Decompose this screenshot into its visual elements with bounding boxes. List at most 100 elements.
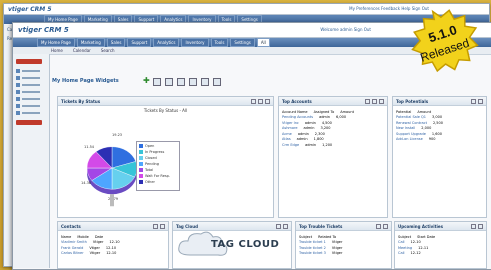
back-logo: vtiger CRM 5 bbox=[8, 5, 52, 13]
left-item[interactable] bbox=[16, 97, 46, 101]
widget-title: Top Trouble Tickets bbox=[299, 223, 343, 229]
table-row[interactable]: Trouble ticket 2 Vtiger bbox=[299, 246, 388, 250]
nav-item[interactable]: My Home Page bbox=[37, 38, 75, 47]
widget-controls[interactable] bbox=[365, 98, 384, 104]
left-column bbox=[13, 54, 50, 268]
bottom-action-button[interactable] bbox=[16, 120, 42, 125]
left-item[interactable] bbox=[16, 104, 46, 108]
table-row[interactable]: Frank Gerald Vtiger 12-10 bbox=[61, 246, 165, 250]
item-icon bbox=[16, 104, 20, 108]
trouble-tickets-widget: Top Trouble Tickets Subject Related To Tr… bbox=[295, 221, 392, 269]
widget-header: Top Accounts bbox=[279, 97, 387, 106]
nav-item[interactable]: Marketing bbox=[76, 38, 105, 47]
widget-controls[interactable] bbox=[153, 223, 165, 229]
nav-item[interactable]: Analytics bbox=[153, 38, 180, 47]
widget-title: Top Accounts bbox=[282, 98, 312, 104]
legend-item: Pending bbox=[139, 162, 177, 166]
widget-controls[interactable] bbox=[471, 223, 483, 229]
table-row[interactable]: Pending Accounts admin 6,000 bbox=[282, 115, 384, 119]
left-item[interactable] bbox=[16, 69, 46, 73]
table-row[interactable]: Trouble ticket 1 Vtiger bbox=[299, 240, 388, 244]
add-widget-icon[interactable]: ✚ bbox=[143, 77, 150, 85]
widget-icon[interactable] bbox=[189, 78, 197, 86]
widget-controls[interactable] bbox=[471, 98, 483, 104]
left-item[interactable] bbox=[16, 83, 46, 87]
chart-legend: Open In Progress Closed Pending Total Wa… bbox=[136, 141, 180, 191]
table-row[interactable]: Call 12-10 bbox=[398, 240, 483, 244]
table-row[interactable]: Add-on License 900 bbox=[396, 137, 483, 141]
tag-cloud-graphic: TAG CLOUD bbox=[175, 229, 285, 259]
table-header: Subject Related To bbox=[299, 234, 337, 239]
table-row[interactable]: Renewal Contract 2,500 bbox=[396, 121, 483, 125]
legend-item: Total bbox=[139, 168, 177, 172]
widget-header: Contacts bbox=[58, 222, 168, 231]
table-row[interactable]: Acme admin 2,300 bbox=[282, 132, 384, 136]
widget-controls[interactable] bbox=[376, 223, 388, 229]
nav-item[interactable]: Sales bbox=[106, 38, 126, 47]
left-item[interactable] bbox=[16, 111, 46, 115]
widget-title: Contacts bbox=[61, 223, 81, 229]
table-row[interactable]: Vladimir Smith Vtiger 12-10 bbox=[61, 240, 165, 244]
legend-item: Wait For Resp. bbox=[139, 174, 177, 178]
quick-create-button[interactable] bbox=[16, 59, 42, 64]
top-accounts-widget: Top Accounts Account Name Assigned To Am… bbox=[278, 96, 388, 218]
tag-cloud-label: TAG CLOUD bbox=[211, 239, 280, 250]
widget-body: Subject Related To Trouble ticket 1 Vtiger… bbox=[296, 231, 391, 259]
widget-title: Top Potentials bbox=[396, 98, 429, 104]
left-item[interactable] bbox=[16, 90, 46, 94]
table-row[interactable]: Crm Edge admin 1,200 bbox=[282, 143, 384, 147]
nav-item[interactable]: Tools bbox=[210, 38, 229, 47]
legend-item: Open bbox=[139, 144, 177, 148]
table-row[interactable]: Atlas admin 1,800 bbox=[282, 137, 384, 141]
legend-item: In Progress bbox=[139, 150, 177, 154]
activities-widget: Upcoming Activities Subject Start Date Ca… bbox=[394, 221, 487, 269]
legend-item: Other bbox=[139, 180, 177, 184]
table-header: Subject Start Date bbox=[398, 234, 436, 239]
widget-controls[interactable] bbox=[276, 223, 288, 229]
widget-title: Upcoming Activities bbox=[398, 223, 443, 229]
nav-item[interactable]: Inventory bbox=[181, 38, 209, 47]
nav-item[interactable]: Support bbox=[127, 38, 152, 47]
top-potentials-widget: Top Potentials Potential Amount Potentia… bbox=[392, 96, 487, 218]
table-row[interactable]: New Install 2,000 bbox=[396, 126, 483, 130]
widget-header: Top Potentials bbox=[393, 97, 486, 106]
sub-item[interactable]: Search bbox=[101, 48, 115, 53]
table-row[interactable]: Meeting 12-11 bbox=[398, 246, 483, 250]
release-badge: 5.1.0 Released bbox=[411, 9, 479, 73]
widget-icon[interactable] bbox=[213, 78, 221, 86]
widget-body: Account Name Assigned To Amount Pending … bbox=[279, 106, 387, 150]
widget-controls[interactable] bbox=[251, 98, 270, 104]
widget-icon[interactable] bbox=[153, 78, 161, 86]
sub-item[interactable]: Calendar bbox=[73, 48, 91, 53]
widget-title: Tag Cloud bbox=[176, 223, 198, 229]
widget-body: Name Mobile Date Vladimir Smith Vtiger 12-10… bbox=[58, 231, 168, 259]
widget-icon[interactable] bbox=[165, 78, 173, 86]
widget-header: Tickets By Status bbox=[58, 97, 273, 106]
widget-icon[interactable] bbox=[201, 78, 209, 86]
table-row[interactable]: Potential Sale Q1 3,000 bbox=[396, 115, 483, 119]
widget-header: Upcoming Activities bbox=[395, 222, 486, 231]
table-header: Name Mobile Date bbox=[61, 234, 104, 239]
main-logo: vtiger CRM 5 bbox=[18, 26, 69, 34]
contacts-widget: Contacts Name Mobile Date Vladimir Smith Vt… bbox=[57, 221, 169, 269]
table-row[interactable]: Call 12-12 bbox=[398, 251, 483, 255]
table-row[interactable]: Support Upgrade 1,600 bbox=[396, 132, 483, 136]
homepage-header: My Home Page Widgets bbox=[52, 76, 119, 86]
nav-item[interactable]: Settings bbox=[230, 38, 255, 47]
sub-item[interactable]: Home bbox=[51, 48, 63, 53]
item-icon bbox=[16, 76, 20, 80]
item-icon bbox=[16, 69, 20, 73]
table-row[interactable]: Ashmore admin 3,200 bbox=[282, 126, 384, 130]
table-row[interactable]: Vtiger Inc admin 4,500 bbox=[282, 121, 384, 125]
table-row[interactable]: Trouble ticket 3 Vtiger bbox=[299, 251, 388, 255]
nav-select[interactable]: All bbox=[256, 38, 270, 47]
widget-title: Tickets By Status bbox=[61, 98, 101, 104]
widget-icon[interactable] bbox=[177, 78, 185, 86]
user-links[interactable]: Welcome admin Sign Out bbox=[320, 27, 371, 32]
widget-body: Potential Amount Potential Sale Q1 3,000 … bbox=[393, 106, 486, 145]
item-icon bbox=[16, 97, 20, 101]
chart-subtitle: Tickets By Status - All bbox=[143, 108, 188, 113]
table-row[interactable]: Carlos Bitner Vtiger 12-10 bbox=[61, 251, 165, 255]
left-item[interactable] bbox=[16, 76, 46, 80]
legend-item: Closed bbox=[139, 156, 177, 160]
